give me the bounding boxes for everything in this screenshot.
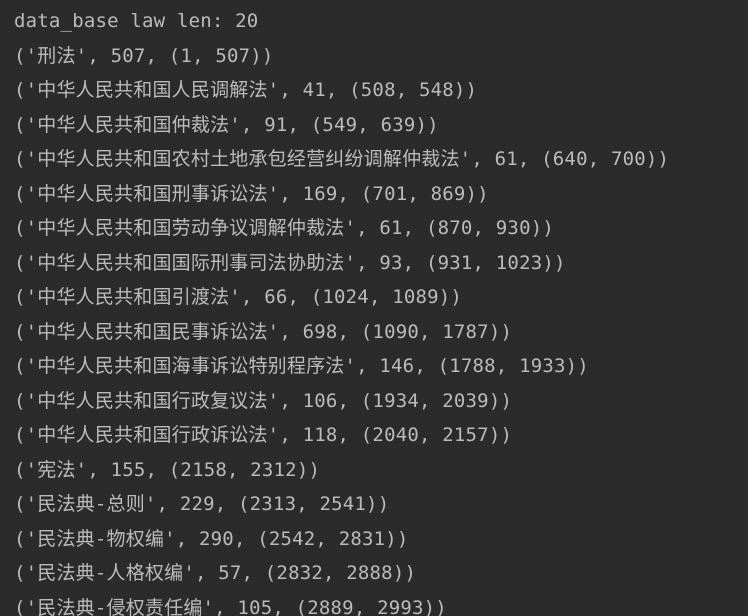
console-line: ('中华人民共和国仲裁法', 91, (549, 639)) (14, 113, 439, 136)
console-line: ('中华人民共和国刑事诉讼法', 169, (701, 869)) (14, 182, 489, 205)
console-header-line: data_base law len: 20 (14, 10, 259, 32)
console-line: ('民法典-人格权编', 57, (2832, 2888)) (14, 562, 417, 584)
console-line: ('中华人民共和国行政诉讼法', 118, (2040, 2157)) (14, 424, 513, 446)
console-line: ('中华人民共和国国际刑事司法协助法', 93, (931, 1023)) (14, 251, 566, 274)
console-line: ('中华人民共和国农村土地承包经营纠纷调解仲裁法', 61, (640, 700… (14, 148, 670, 170)
console-line: ('刑法', 507, (1, 507)) (14, 44, 274, 67)
console-line: ('中华人民共和国行政复议法', 106, (1934, 2039)) (14, 389, 513, 412)
console-line: ('民法典-物权编', 290, (2542, 2831)) (14, 527, 409, 550)
console-line: ('中华人民共和国劳动争议调解仲裁法', 61, (870, 930)) (14, 217, 554, 239)
console-line: ('中华人民共和国人民调解法', 41, (508, 548)) (14, 79, 478, 101)
console-line: ('民法典-总则', 229, (2313, 2541)) (14, 493, 390, 515)
console-line: ('中华人民共和国引渡法', 66, (1024, 1089)) (14, 286, 463, 308)
console-output: data_base law len: 20 ('刑法', 507, (1, 50… (0, 0, 748, 616)
console-line: ('民法典-侵权责任编', 105, (2889, 2993)) (14, 596, 447, 616)
console-line: ('中华人民共和国海事诉讼特别程序法', 146, (1788, 1933)) (14, 355, 589, 377)
console-line: ('宪法', 155, (2158, 2312)) (14, 458, 321, 481)
console-line: ('中华人民共和国民事诉讼法', 698, (1090, 1787)) (14, 320, 513, 343)
